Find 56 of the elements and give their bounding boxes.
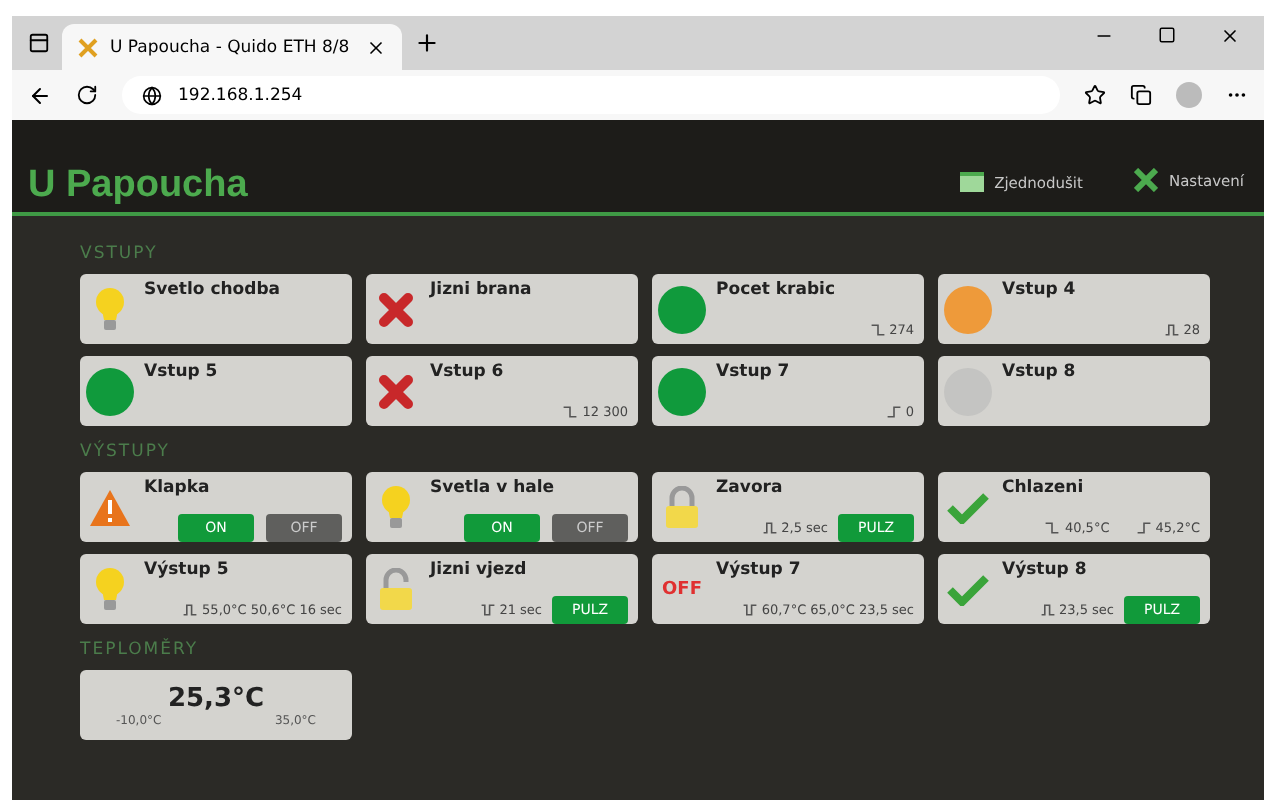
browser-tab[interactable]: U Papoucha - Quido ETH 8/8 (62, 24, 402, 70)
pulse-icon (479, 602, 496, 618)
tab-actions-icon[interactable] (28, 32, 50, 54)
input-name: Pocet krabic (716, 280, 838, 300)
close-tab-icon[interactable] (366, 37, 386, 57)
collections-icon[interactable] (1130, 84, 1152, 106)
new-tab-icon[interactable] (414, 30, 440, 56)
section-heading: TEPLOMĚRY (80, 640, 201, 660)
output-name: Výstup 7 (716, 560, 803, 580)
check-icon (946, 491, 990, 523)
cross-icon (378, 373, 414, 409)
output-name: Svetla v hale (430, 478, 557, 498)
pulse-icon (182, 602, 199, 618)
rising-edge-icon (885, 404, 902, 420)
address-bar[interactable]: 192.168.1.254 (122, 76, 1060, 114)
light-bulb-icon (94, 285, 126, 333)
maximize-icon[interactable] (1158, 26, 1176, 44)
check-icon (946, 573, 990, 605)
pulse-icon (741, 602, 758, 618)
falling-edge-icon (869, 322, 886, 338)
off-label: OFF (662, 579, 702, 599)
output-name: Klapka (144, 478, 212, 498)
section-heading: VSTUPY (80, 244, 160, 264)
cross-icon (378, 291, 414, 327)
input-name: Vstup 6 (430, 362, 506, 382)
temperature-value: 25,3°C (167, 683, 265, 713)
input-name: Svetlo chodba (144, 280, 283, 300)
output-name: Výstup 5 (144, 560, 231, 580)
output-name: Chlazeni (1002, 478, 1086, 498)
section-heading: VÝSTUPY (80, 442, 172, 462)
rising-edge-icon (1135, 520, 1152, 536)
output-name: Jizni vjezd (430, 560, 529, 580)
input-name: Vstup 5 (144, 362, 220, 382)
close-icon[interactable] (1220, 26, 1240, 46)
favorite-icon[interactable] (1084, 84, 1106, 106)
pulse-icon (1163, 322, 1180, 338)
light-bulb-icon (380, 483, 412, 531)
falling-edge-icon (562, 404, 579, 420)
site-title: U Papoucha (28, 164, 248, 208)
warning-icon (88, 487, 132, 527)
light-bulb-icon (94, 565, 126, 613)
window-icon (960, 172, 985, 192)
input-name: Vstup 8 (1002, 362, 1078, 382)
input-name: Vstup 7 (716, 362, 792, 382)
back-icon[interactable] (28, 83, 52, 107)
pulse-icon (1039, 602, 1055, 618)
output-name: Výstup 8 (1002, 560, 1089, 580)
globe-icon (142, 85, 162, 105)
falling-edge-icon (1044, 520, 1061, 536)
output-name: Zavora (716, 478, 785, 498)
input-name: Vstup 4 (1002, 280, 1078, 300)
pulse-icon (761, 520, 778, 536)
padlock-icon (664, 485, 700, 529)
input-name: Jizni brana (430, 280, 534, 300)
reload-icon[interactable] (76, 84, 98, 106)
open-padlock-icon (378, 567, 414, 611)
